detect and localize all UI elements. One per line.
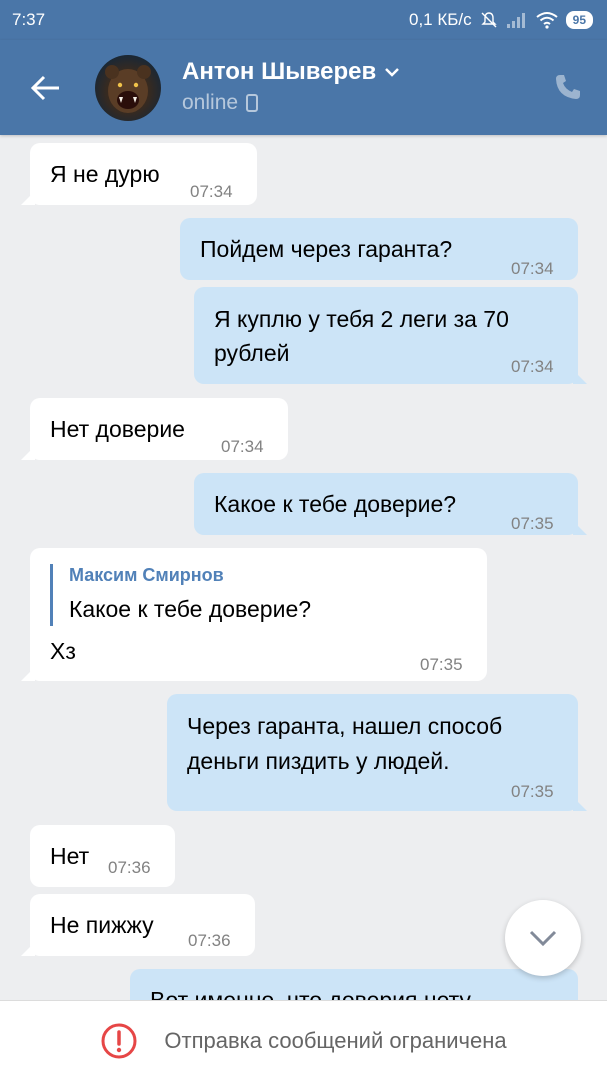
message-time: 07:34 [221,437,264,456]
message-list[interactable]: Я не дурю 07:34 Пойдем через гаранта? 07… [0,135,607,1000]
message-text: Нет [50,843,90,869]
phone-icon[interactable] [553,72,583,102]
battery-icon: 95 [565,11,593,29]
status-icons: 0,1 КБ/с 95 [409,10,593,30]
contact-name-row[interactable]: Антон Шыверев [182,58,400,86]
message-time: 07:35 [511,782,554,801]
message-incoming[interactable]: Нет доверие 07:34 [21,398,288,460]
message-incoming-reply[interactable]: Максим Смирнов Какое к тебе доверие? Хз … [21,548,487,681]
bell-off-icon [480,12,497,28]
reply-text: Какое к тебе доверие? [69,596,312,622]
network-speed: 0,1 КБ/с [409,10,472,29]
message-incoming[interactable]: Не пижжу 07:36 [21,894,255,956]
message-text: Какое к тебе доверие? [214,491,457,517]
message-time: 07:34 [190,182,233,201]
status-bar: 7:37 0,1 КБ/с 95 [0,0,607,40]
message-outgoing[interactable]: Какое к тебе доверие? 07:35 [194,473,587,535]
message-text-line-2: деньги пиздить у людей. [187,748,450,774]
message-time: 07:34 [511,357,554,376]
message-time: 07:36 [108,858,151,877]
message-outgoing[interactable]: Через гаранта, нашел способ деньги пизди… [167,694,587,811]
chevron-down-icon[interactable] [384,66,400,78]
message-text: Не пижжу [50,912,154,938]
message-text-line-2: рублей [214,340,290,366]
signal-icon [506,13,525,28]
message-text-line-1: Через гаранта, нашел способ [187,713,503,739]
reply-author[interactable]: Максим Смирнов [69,561,224,589]
mobile-icon [246,94,259,112]
back-arrow-icon[interactable] [28,70,64,106]
avatar[interactable] [95,55,161,121]
status-time: 7:37 [12,10,46,29]
message-incoming[interactable]: Нет 07:36 [30,825,175,887]
message-text: Нет доверие [50,416,185,442]
contact-status-row: online [182,91,259,115]
contact-name[interactable]: Антон Шыверев [182,58,376,86]
contact-status: online [182,91,239,114]
message-text: Пойдем через гаранта? [200,236,453,262]
message-incoming[interactable]: Я не дурю 07:34 [21,143,257,205]
reply-quote-bar [50,564,53,626]
message-text: Вот именно, что доверия нету [150,987,471,1000]
scroll-to-bottom-button[interactable] [505,900,581,976]
message-time: 07:36 [188,931,231,950]
restriction-notice: Отправка сообщений ограничена [164,1028,507,1053]
alert-circle-icon [101,1023,137,1059]
message-time: 07:35 [511,514,554,533]
message-text: Я не дурю [50,161,160,187]
message-time: 07:35 [420,655,463,674]
chat-header: Антон Шыверев online [0,40,607,135]
message-outgoing[interactable]: Пойдем через гаранта? 07:34 [180,218,578,280]
message-time: 07:34 [511,259,554,278]
message-text-line-1: Я куплю у тебя 2 леги за 70 [214,306,509,332]
message-outgoing[interactable]: Я куплю у тебя 2 леги за 70 рублей 07:34 [194,287,587,384]
chevron-down-icon [529,930,557,947]
wifi-icon [536,12,558,29]
messaging-restricted-bar: Отправка сообщений ограничена [0,1000,607,1081]
message-text: Хз [50,638,76,664]
message-outgoing-partial[interactable]: Вот именно, что доверия нету [130,969,578,1000]
bear-avatar-image [105,65,151,113]
